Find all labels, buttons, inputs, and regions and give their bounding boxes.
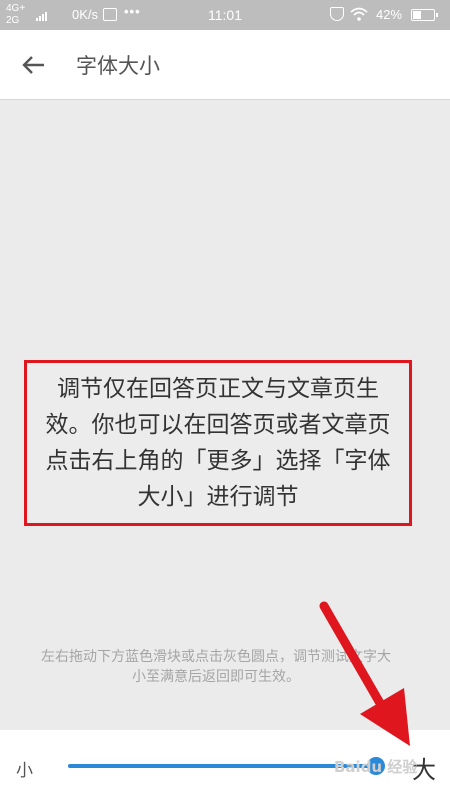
battery-fill bbox=[413, 11, 421, 19]
font-size-control: 小 大 bbox=[0, 730, 450, 800]
preview-notice-text: 调节仅在回答页正文与文章页生效。你也可以在回答页或者文章页点击右上角的「更多」选… bbox=[45, 376, 391, 510]
label-large: 大 bbox=[412, 756, 436, 784]
slider-thumb[interactable] bbox=[367, 757, 385, 775]
label-small: 小 bbox=[16, 761, 33, 781]
annotation-highlight-box: 调节仅在回答页正文与文章页生效。你也可以在回答页或者文章页点击右上角的「更多」选… bbox=[24, 360, 412, 526]
wifi-icon bbox=[350, 7, 368, 21]
font-preview-area: 调节仅在回答页正文与文章页生效。你也可以在回答页或者文章页点击右上角的「更多」选… bbox=[0, 100, 450, 730]
slider-fill bbox=[68, 764, 376, 768]
status-bar: 4G+ 2G 0K/s ••• 11:01 42% bbox=[0, 0, 450, 30]
battery-percent: 42% bbox=[376, 7, 403, 22]
alarm-icon bbox=[330, 7, 344, 21]
arrow-left-icon bbox=[22, 56, 44, 74]
back-button[interactable] bbox=[18, 49, 50, 81]
slider-hint-text: 左右拖动下方蓝色滑块或点击灰色圆点，调节测试文字大小至满意后返回即可生效。 bbox=[41, 649, 391, 685]
page-title: 字体大小 bbox=[76, 54, 160, 78]
app-bar: 字体大小 bbox=[0, 30, 450, 100]
battery-icon bbox=[411, 9, 438, 21]
font-size-slider[interactable] bbox=[68, 757, 385, 775]
